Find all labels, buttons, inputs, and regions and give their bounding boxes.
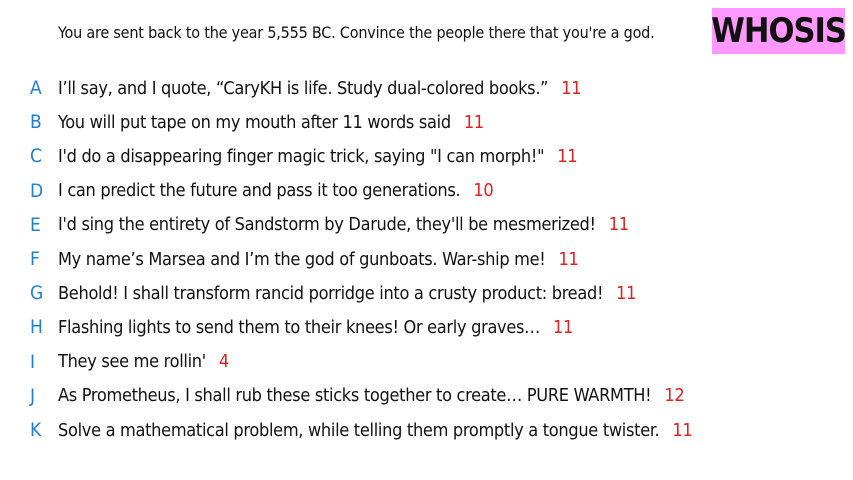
response-text: Behold! I shall transform rancid porridg… <box>58 283 636 304</box>
response-letter: D <box>30 179 44 202</box>
response-letter: A <box>30 77 42 99</box>
response-body: I can predict the future and pass it too… <box>58 180 461 202</box>
response-text: They see me rollin' 4 <box>58 351 229 372</box>
response-text: Solve a mathematical problem, while tell… <box>58 419 693 441</box>
word-count: 12 <box>664 385 685 407</box>
response-text: You will put tape on my mouth after 11 w… <box>58 112 484 133</box>
response-text: Flashing lights to send them to their kn… <box>58 317 573 338</box>
word-count: 11 <box>608 214 629 236</box>
response-body: They see me rollin' <box>58 351 206 373</box>
response-body: Solve a mathematical problem, while tell… <box>58 419 660 441</box>
response-letter: G <box>30 282 44 305</box>
response-letter: J <box>30 384 36 407</box>
response-text: I'd do a disappearing finger magic trick… <box>58 145 578 167</box>
word-count: 4 <box>218 351 229 373</box>
response-body: Flashing lights to send them to their kn… <box>58 316 541 338</box>
word-count: 11 <box>616 282 637 304</box>
response-letter: K <box>30 419 42 441</box>
response-text: I’ll say, and I quote, “CaryKH is life. … <box>58 77 582 99</box>
response-letter: I <box>30 350 36 373</box>
word-count: 10 <box>473 180 494 202</box>
prompt-text: You are sent back to the year 5,555 BC. … <box>58 23 655 42</box>
response-letter: H <box>30 316 43 339</box>
response-body: I’ll say, and I quote, “CaryKH is life. … <box>58 77 549 99</box>
response-body: You will put tape on my mouth after 11 w… <box>58 111 451 133</box>
response-letter: C <box>30 145 42 168</box>
response-letter: B <box>30 111 42 134</box>
whosis-badge: WHOSIS <box>711 8 847 54</box>
word-count: 11 <box>557 145 578 167</box>
word-count: 11 <box>672 419 693 441</box>
word-count: 11 <box>553 316 574 338</box>
response-body: Behold! I shall transform rancid porridg… <box>58 282 604 304</box>
response-text: I can predict the future and pass it too… <box>58 180 494 202</box>
response-body: I'd do a disappearing finger magic trick… <box>58 145 545 167</box>
word-count: 11 <box>463 111 484 133</box>
response-text: As Prometheus, I shall rub these sticks … <box>58 385 685 407</box>
response-body: I'd sing the entirety of Sandstorm by Da… <box>58 214 596 236</box>
word-count: 11 <box>558 248 579 270</box>
response-body: As Prometheus, I shall rub these sticks … <box>58 385 652 407</box>
response-text: I'd sing the entirety of Sandstorm by Da… <box>58 214 629 235</box>
word-count: 11 <box>561 77 582 99</box>
response-body: My name’s Marsea and I’m the god of gunb… <box>58 248 546 270</box>
response-letter: F <box>30 248 40 270</box>
response-text: My name’s Marsea and I’m the god of gunb… <box>58 249 579 270</box>
response-letter: E <box>30 213 41 236</box>
